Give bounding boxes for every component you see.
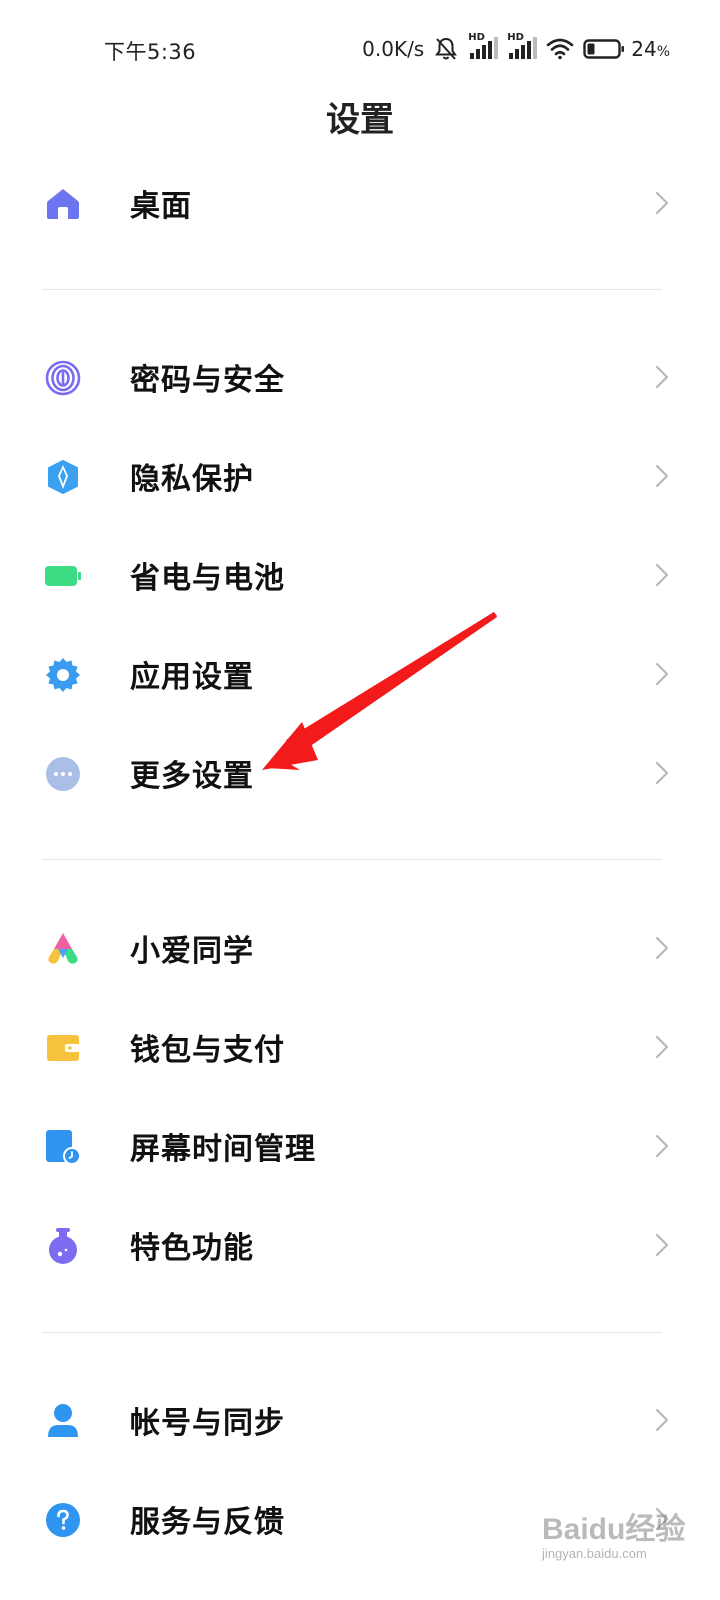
battery-saver-icon bbox=[44, 557, 82, 595]
more-dots-icon bbox=[44, 755, 82, 793]
chevron-right-icon bbox=[655, 662, 669, 686]
chevron-right-icon bbox=[655, 1233, 669, 1257]
chevron-right-icon bbox=[655, 365, 669, 389]
settings-item-label: 小爱同学 bbox=[130, 934, 254, 969]
settings-item-label: 应用设置 bbox=[130, 660, 254, 695]
battery-status: 24% bbox=[583, 37, 670, 61]
settings-item-special-features[interactable]: 特色功能 bbox=[0, 1197, 720, 1293]
home-icon bbox=[44, 185, 82, 223]
screen-time-icon bbox=[44, 1128, 82, 1166]
settings-item-label: 帐号与同步 bbox=[130, 1406, 285, 1441]
chevron-right-icon bbox=[655, 1408, 669, 1432]
page-title: 设置 bbox=[326, 100, 394, 140]
settings-item-account-sync[interactable]: 帐号与同步 bbox=[0, 1372, 720, 1468]
privacy-shield-icon bbox=[44, 458, 82, 496]
flask-icon bbox=[44, 1227, 82, 1265]
settings-item-label: 省电与电池 bbox=[130, 561, 285, 596]
settings-item-screen-time[interactable]: 屏幕时间管理 bbox=[0, 1098, 720, 1194]
battery-icon bbox=[583, 39, 625, 59]
network-speed: 0.0K/s bbox=[362, 37, 425, 61]
chevron-right-icon bbox=[655, 1035, 669, 1059]
settings-item-power-battery[interactable]: 省电与电池 bbox=[0, 527, 720, 623]
chevron-right-icon bbox=[655, 191, 669, 215]
settings-item-desktop[interactable]: 桌面 bbox=[0, 155, 720, 251]
settings-item-label: 桌面 bbox=[130, 189, 192, 224]
settings-item-label: 密码与安全 bbox=[130, 363, 285, 398]
chevron-right-icon bbox=[655, 1134, 669, 1158]
chevron-right-icon bbox=[655, 936, 669, 960]
help-icon bbox=[44, 1501, 82, 1539]
cell-signal-2-icon: HD bbox=[507, 32, 538, 61]
section-divider bbox=[42, 859, 662, 860]
baidu-watermark: Baidu经验 jingyan.baidu.com bbox=[542, 1513, 686, 1561]
account-icon bbox=[44, 1402, 82, 1440]
settings-item-more-settings[interactable]: 更多设置 bbox=[0, 725, 720, 821]
settings-item-label: 特色功能 bbox=[130, 1231, 254, 1266]
settings-item-password-security[interactable]: 密码与安全 bbox=[0, 329, 720, 425]
settings-item-wallet-payment[interactable]: 钱包与支付 bbox=[0, 999, 720, 1095]
status-bar: 下午5:36 0.0K/s HD HD 24% bbox=[0, 0, 720, 96]
settings-item-xiaoai[interactable]: 小爱同学 bbox=[0, 900, 720, 996]
settings-item-label: 更多设置 bbox=[130, 759, 254, 794]
xiaoai-icon bbox=[44, 930, 82, 968]
battery-percent: 24% bbox=[631, 37, 670, 61]
status-icons: 0.0K/s HD HD 24% bbox=[362, 32, 670, 64]
settings-item-label: 隐私保护 bbox=[130, 462, 254, 497]
settings-item-app-settings[interactable]: 应用设置 bbox=[0, 626, 720, 722]
settings-item-privacy[interactable]: 隐私保护 bbox=[0, 428, 720, 524]
mute-bell-icon bbox=[433, 36, 459, 62]
settings-item-label: 钱包与支付 bbox=[130, 1033, 285, 1068]
cell-signal-1-icon: HD bbox=[468, 32, 499, 61]
wifi-icon bbox=[546, 38, 574, 60]
settings-item-label: 屏幕时间管理 bbox=[130, 1132, 316, 1167]
chevron-right-icon bbox=[655, 563, 669, 587]
section-divider bbox=[42, 1332, 662, 1333]
section-divider bbox=[42, 289, 662, 290]
fingerprint-icon bbox=[44, 359, 82, 397]
wallet-icon bbox=[44, 1029, 82, 1067]
status-time: 下午5:36 bbox=[104, 40, 197, 64]
settings-item-label: 服务与反馈 bbox=[130, 1505, 285, 1540]
gear-icon bbox=[44, 656, 82, 694]
chevron-right-icon bbox=[655, 464, 669, 488]
chevron-right-icon bbox=[655, 761, 669, 785]
